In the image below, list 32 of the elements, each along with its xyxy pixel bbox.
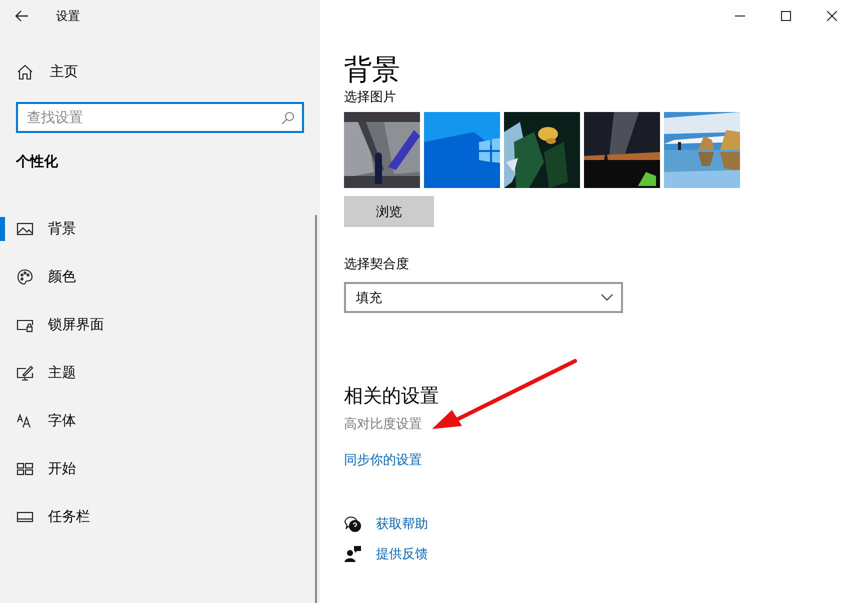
page-title: 背景 [344,52,401,88]
sidebar-item[interactable]: 主题 [0,349,310,397]
back-icon[interactable] [14,8,30,24]
maximize-icon [781,11,791,21]
picture-icon [16,220,34,238]
browse-button[interactable]: 浏览 [344,196,434,227]
section-heading: 个性化 [16,153,59,171]
pictures-label: 选择图片 [344,89,397,106]
home-link[interactable]: 主页 [16,56,320,88]
theme-icon [16,364,34,382]
help-link[interactable]: 获取帮助 [376,515,428,533]
feedback-person-icon [344,545,362,563]
sidebar-item[interactable]: 字体 [0,397,310,445]
search-field[interactable]: 查找设置 [16,102,304,133]
help-chat-icon [344,515,362,533]
search-icon [281,111,295,125]
sidebar-item[interactable]: 开始 [0,445,310,493]
fit-dropdown[interactable]: 填充 [344,282,623,313]
sidebar-item[interactable]: 任务栏 [0,493,310,541]
sidebar-item[interactable]: 背景 [0,205,310,253]
sidebar-item[interactable]: 锁屏界面 [0,301,310,349]
home-icon [16,63,34,81]
chevron-down-icon [601,294,613,301]
help-link[interactable]: 提供反馈 [376,545,428,563]
start-icon [16,460,34,478]
sidebar-item[interactable]: 颜色 [0,253,310,301]
settings-link[interactable]: 同步你的设置 [344,451,422,469]
fit-label: 选择契合度 [344,256,410,273]
window-title: 设置 [56,8,80,24]
palette-icon [16,268,34,286]
related-settings-heading: 相关的设置 [344,384,440,409]
close-icon [827,11,837,21]
